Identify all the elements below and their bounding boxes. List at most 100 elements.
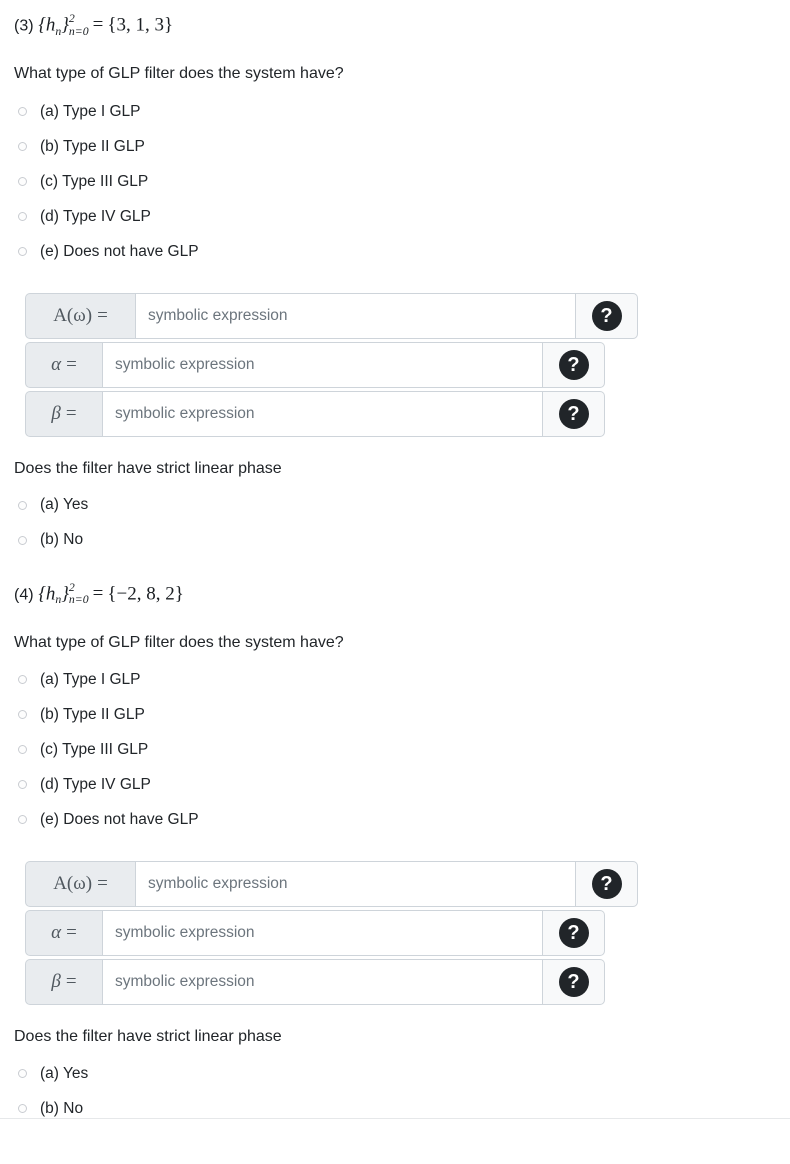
field-group-q3-alpha: α = symbolic expression ? [25, 341, 605, 388]
field-group-q4-alpha: α = symbolic expression ? [25, 910, 605, 957]
radio-option-q4-type-a[interactable]: (a) Type I GLP [14, 662, 776, 697]
question-4-sequence-close: } [61, 582, 69, 604]
question-4-type-prompt: What type of GLP filter does the system … [14, 633, 344, 651]
question-3-phase-prompt: Does the filter have strict linear phase [14, 459, 282, 477]
option-label: (b) No [40, 531, 84, 549]
field-label-equals: = [66, 922, 77, 944]
radio-option-q4-type-c[interactable]: (c) Type III GLP [14, 732, 776, 767]
radio-icon[interactable] [18, 500, 27, 510]
help-button-q3-alpha[interactable]: ? [543, 341, 605, 388]
input-q3-beta[interactable]: symbolic expression [102, 390, 543, 437]
radio-option-q3-phase-b[interactable]: (b) No [14, 523, 776, 558]
radio-icon[interactable] [18, 211, 27, 221]
input-q4-alpha[interactable]: symbolic expression [102, 910, 543, 957]
question-mark-icon: ? [558, 349, 589, 380]
option-label: (a) Type I GLP [40, 671, 141, 689]
radio-option-q4-type-e[interactable]: (e) Does not have GLP [14, 802, 776, 837]
option-label: (d) Type IV GLP [40, 776, 151, 794]
field-label-equals: = [65, 402, 77, 424]
page-divider [0, 1118, 790, 1120]
radio-option-q3-phase-a[interactable]: (a) Yes [14, 488, 776, 523]
question-3-statement: (3) {h n} 2 n=0 = {3, 1, 3} [14, 0, 776, 40]
radio-icon[interactable] [18, 745, 27, 755]
question-mark-icon: ? [591, 300, 622, 331]
radio-icon[interactable] [18, 1104, 27, 1114]
field-label-q3-alpha: α = [25, 341, 102, 388]
field-label-q4-amplitude: A(ω) = [25, 861, 135, 908]
radio-icon[interactable] [18, 780, 27, 790]
field-label-text: β [51, 971, 61, 993]
help-button-q4-beta[interactable]: ? [543, 959, 605, 1006]
radio-option-q3-type-e[interactable]: (e) Does not have GLP [14, 234, 776, 269]
help-button-q4-alpha[interactable]: ? [543, 910, 605, 957]
question-3-sequence-close: } [61, 14, 69, 36]
option-label: (c) Type III GLP [40, 741, 149, 759]
radio-option-q4-phase-b[interactable]: (b) No [14, 1091, 776, 1126]
option-label: (b) No [40, 1099, 84, 1117]
radio-icon[interactable] [18, 176, 27, 186]
help-button-q3-beta[interactable]: ? [543, 390, 605, 437]
question-3-symbolic-fields: A(ω) = symbolic expression ? α = symbolic … [25, 292, 776, 437]
radio-option-q4-type-d[interactable]: (d) Type IV GLP [14, 767, 776, 802]
radio-option-q3-type-b[interactable]: (b) Type II GLP [14, 129, 776, 164]
radio-icon[interactable] [18, 1069, 27, 1079]
field-label-text: α [51, 353, 62, 375]
input-q4-beta[interactable]: symbolic expression [102, 959, 543, 1006]
question-4-limit-lower: n=0 [68, 593, 89, 607]
option-label: (a) Yes [40, 1064, 89, 1082]
radio-option-q3-type-d[interactable]: (d) Type IV GLP [14, 199, 776, 234]
field-label-equals: = [66, 353, 77, 375]
radio-icon[interactable] [18, 141, 27, 151]
question-4-symbolic-fields: A(ω) = symbolic expression ? α = symbolic … [25, 861, 776, 1006]
option-label: (d) Type IV GLP [40, 207, 151, 225]
radio-icon[interactable] [18, 710, 27, 720]
question-3-limit-lower: n=0 [68, 24, 89, 38]
field-label-text: α [51, 922, 62, 944]
radio-icon[interactable] [18, 106, 27, 116]
question-3-equals: = [92, 14, 104, 36]
field-group-q4-beta: β = symbolic expression ? [25, 959, 605, 1006]
option-label: (e) Does not have GLP [40, 811, 199, 829]
question-4-equals: = [92, 582, 104, 604]
radio-option-q3-type-a[interactable]: (a) Type I GLP [14, 94, 776, 129]
help-button-q3-amplitude[interactable]: ? [576, 292, 638, 339]
question-3-values: {3, 1, 3} [107, 14, 174, 36]
radio-option-q4-type-b[interactable]: (b) Type II GLP [14, 697, 776, 732]
field-label-text: β [51, 402, 61, 424]
field-label-equals: = [65, 971, 77, 993]
field-label-text: A(ω) [53, 873, 93, 895]
radio-option-q4-phase-a[interactable]: (a) Yes [14, 1056, 776, 1091]
question-4-statement: (4) {h n} 2 n=0 = {−2, 8, 2} [14, 558, 776, 609]
field-label-text: A(ω) [53, 304, 93, 326]
radio-option-q3-type-c[interactable]: (c) Type III GLP [14, 164, 776, 199]
field-label-q3-beta: β = [25, 390, 102, 437]
question-4-type-options: (a) Type I GLP (b) Type II GLP (c) Type … [14, 662, 776, 837]
radio-icon[interactable] [18, 246, 27, 256]
question-3-type-options: (a) Type I GLP (b) Type II GLP (c) Type … [14, 94, 776, 269]
radio-icon[interactable] [18, 675, 27, 685]
question-3-type-prompt: What type of GLP filter does the system … [14, 65, 344, 82]
field-label-q4-alpha: α = [25, 910, 102, 957]
question-4-number: (4) [14, 585, 34, 603]
help-button-q4-amplitude[interactable]: ? [576, 861, 638, 908]
question-4-phase-options: (a) Yes (b) No [14, 1056, 776, 1126]
question-4-phase-prompt: Does the filter have strict linear phase [14, 1028, 282, 1046]
radio-icon[interactable] [18, 535, 27, 545]
field-group-q3-amplitude: A(ω) = symbolic expression ? [25, 292, 638, 339]
field-label-q4-beta: β = [25, 959, 102, 1006]
input-q3-amplitude[interactable]: symbolic expression [135, 292, 576, 339]
question-3-sequence-open: {h [38, 14, 56, 36]
input-q4-amplitude[interactable]: symbolic expression [135, 861, 576, 908]
question-4-values: {−2, 8, 2} [107, 582, 184, 604]
question-mark-icon: ? [591, 869, 622, 900]
question-mark-icon: ? [558, 398, 589, 429]
option-label: (a) Type I GLP [40, 102, 141, 120]
question-3-number: (3) [14, 17, 34, 35]
question-mark-icon: ? [558, 918, 589, 949]
field-label-q3-amplitude: A(ω) = [25, 292, 135, 339]
option-label: (c) Type III GLP [40, 172, 149, 190]
radio-icon[interactable] [18, 815, 27, 825]
quiz-page: (3) {h n} 2 n=0 = {3, 1, 3} What type of GLP … [0, 0, 790, 1126]
input-q3-alpha[interactable]: symbolic expression [102, 341, 543, 388]
question-4-limit-upper: 2 [68, 580, 75, 594]
